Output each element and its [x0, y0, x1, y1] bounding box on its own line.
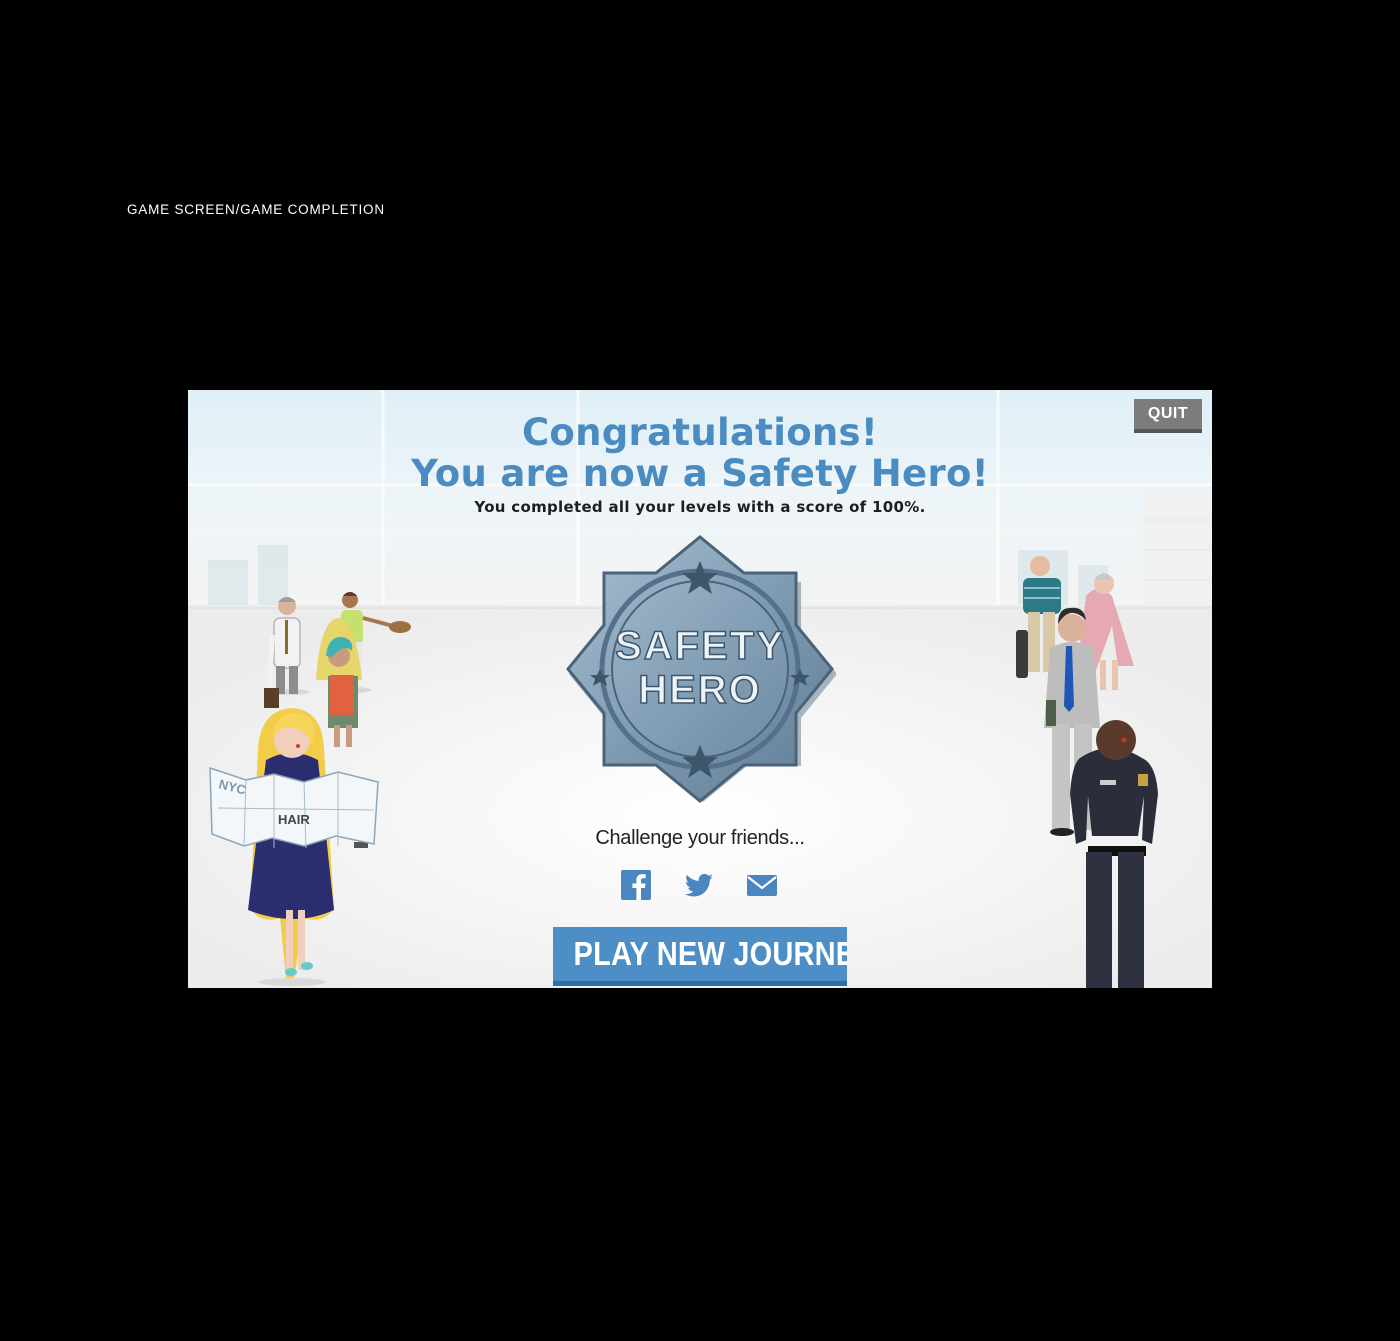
facebook-icon[interactable]	[619, 868, 653, 902]
email-icon[interactable]	[745, 868, 779, 902]
safety-hero-title: You are now a Safety Hero!	[411, 452, 989, 495]
badge-text-hero: HERO	[638, 668, 762, 712]
challenge-friends-text: Challenge your friends...	[595, 827, 805, 849]
twitter-icon[interactable]	[682, 868, 716, 902]
play-button-label: PLAY NEW JOURNEY	[573, 935, 847, 972]
congratulations-title: Congratulations!	[521, 411, 879, 454]
game-screen: NYC HAIR QUIT Congratulations! You are n…	[188, 390, 1212, 988]
map-hair-text: HAIR	[278, 812, 310, 827]
score-subtitle: You completed all your levels with a sco…	[474, 498, 926, 516]
safety-hero-badge: SAFETY HERO	[564, 533, 837, 805]
badge-text-safety: SAFETY	[615, 624, 785, 668]
play-new-journey-button[interactable]: PLAY NEW JOURNEY	[553, 927, 847, 986]
page-label: GAME SCREEN/GAME COMPLETION	[127, 202, 385, 217]
